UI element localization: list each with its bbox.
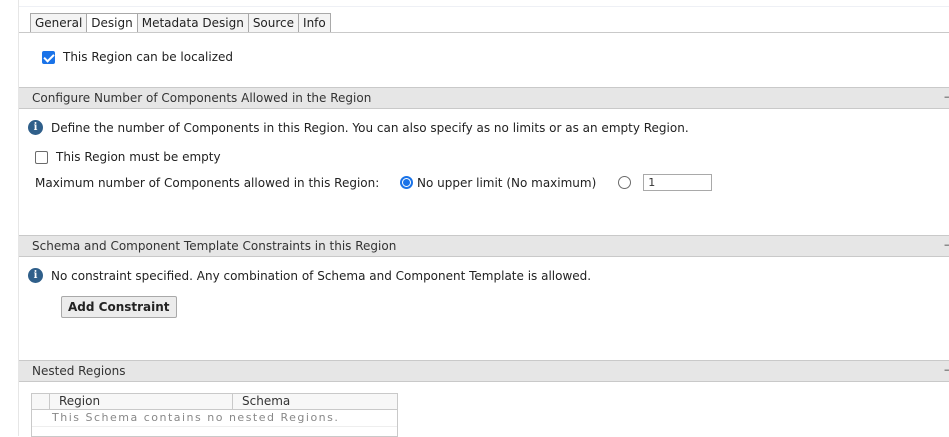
max-value-radio[interactable] bbox=[618, 176, 632, 189]
nested-regions-table: Region Schema This Schema contains no ne… bbox=[31, 393, 398, 437]
design-panel: General Design Metadata Design Source In… bbox=[18, 0, 949, 437]
max-value-input[interactable] bbox=[643, 174, 713, 191]
components-section-header[interactable]: Configure Number of Components Allowed i… bbox=[19, 87, 949, 109]
collapse-icon[interactable]: – bbox=[944, 239, 949, 250]
empty-region-row: This Region must be empty bbox=[35, 150, 221, 164]
add-constraint-button[interactable]: Add Constraint bbox=[61, 296, 177, 318]
tab-metadata-design[interactable]: Metadata Design bbox=[136, 13, 248, 33]
info-icon: i bbox=[28, 120, 43, 135]
constraints-info-row: i No constraint specified. Any combinati… bbox=[28, 268, 591, 283]
no-limit-label: No upper limit (No maximum) bbox=[417, 175, 597, 190]
tab-design[interactable]: Design bbox=[86, 13, 137, 33]
table-empty-row bbox=[32, 426, 397, 436]
constraints-section-header[interactable]: Schema and Component Template Constraint… bbox=[19, 235, 949, 257]
max-components-label-row: Maximum number of Components allowed in … bbox=[35, 176, 379, 190]
localize-label: This Region can be localized bbox=[63, 50, 234, 64]
nested-regions-section-title: Nested Regions bbox=[32, 364, 126, 378]
empty-region-label: This Region must be empty bbox=[56, 150, 221, 164]
components-info-row: i Define the number of Components in thi… bbox=[28, 120, 689, 135]
constraints-section-title: Schema and Component Template Constraint… bbox=[32, 239, 397, 253]
table-header-select bbox=[32, 394, 50, 409]
nested-regions-section-header[interactable]: Nested Regions – bbox=[19, 360, 949, 382]
max-components-options: No upper limit (No maximum) bbox=[400, 174, 713, 191]
localize-checkbox[interactable] bbox=[42, 50, 55, 64]
tab-info[interactable]: Info bbox=[298, 13, 331, 33]
table-header-region[interactable]: Region bbox=[50, 394, 233, 409]
table-header-row: Region Schema bbox=[32, 394, 397, 410]
collapse-icon[interactable]: – bbox=[944, 91, 949, 102]
tab-baseline bbox=[19, 32, 949, 33]
constraints-info-text: No constraint specified. Any combination… bbox=[51, 268, 592, 283]
collapse-icon[interactable]: – bbox=[944, 364, 949, 375]
table-empty-message: This Schema contains no nested Regions. bbox=[52, 411, 340, 424]
empty-region-checkbox[interactable] bbox=[35, 150, 48, 164]
tab-source[interactable]: Source bbox=[247, 13, 299, 33]
info-icon: i bbox=[28, 268, 43, 283]
no-limit-radio[interactable] bbox=[400, 176, 413, 189]
table-header-schema[interactable]: Schema bbox=[233, 394, 290, 409]
top-divider bbox=[19, 6, 949, 7]
localize-row: This Region can be localized bbox=[42, 50, 233, 64]
tab-bar: General Design Metadata Design Source In… bbox=[30, 13, 331, 33]
max-components-label: Maximum number of Components allowed in … bbox=[35, 176, 380, 190]
tab-general[interactable]: General bbox=[30, 13, 87, 33]
components-info-text: Define the number of Components in this … bbox=[51, 120, 689, 135]
components-section-title: Configure Number of Components Allowed i… bbox=[32, 91, 372, 105]
